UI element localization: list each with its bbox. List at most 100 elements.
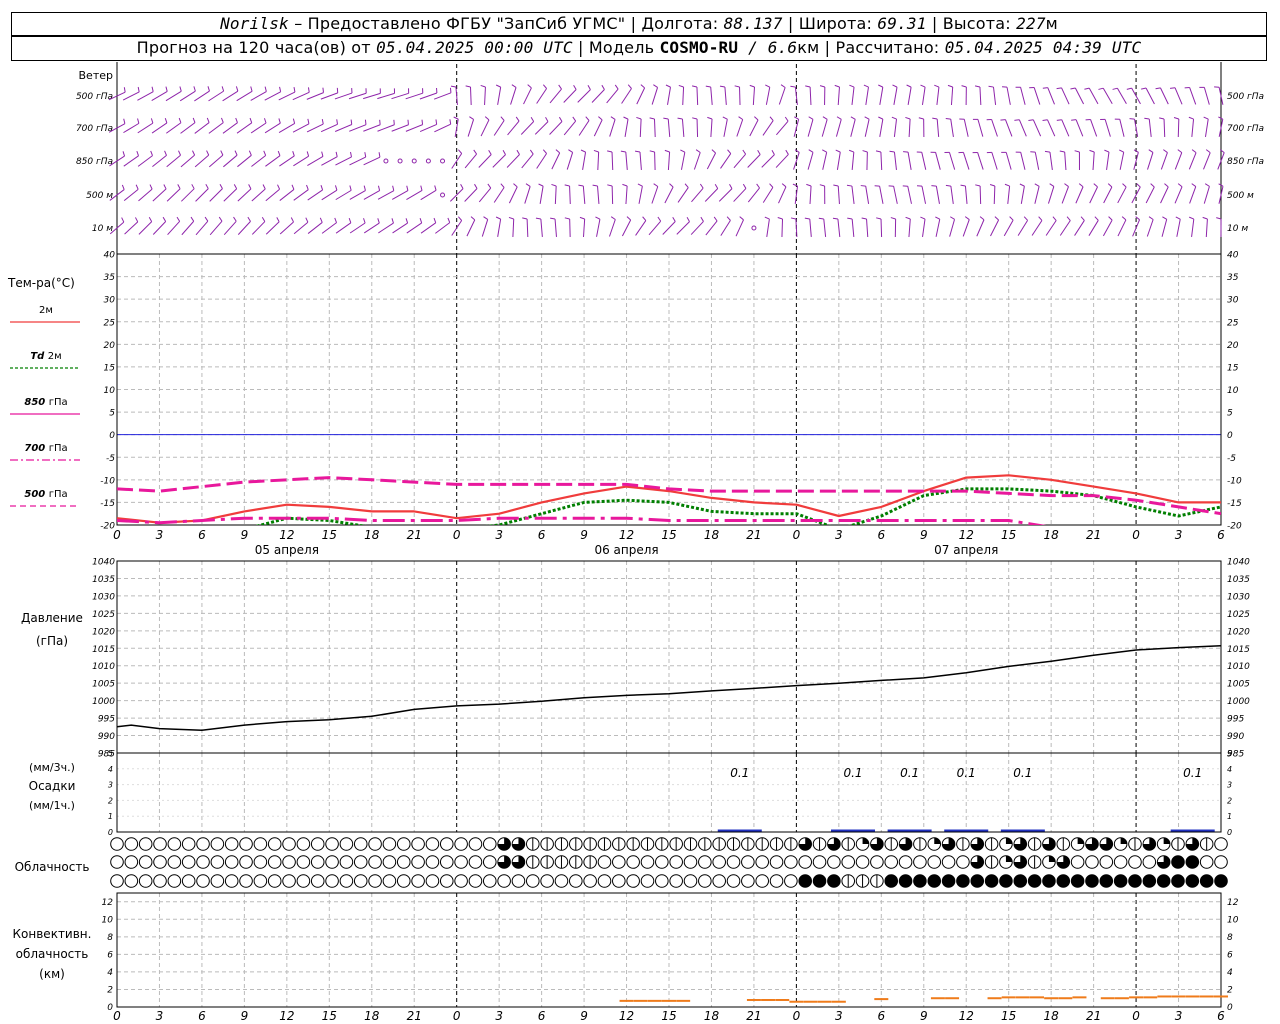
wind-barb-flag <box>890 217 896 220</box>
wind-barb-flag <box>363 218 366 224</box>
wind-barb-flag <box>607 150 613 153</box>
prec-tick-right: 5 <box>1227 749 1232 758</box>
wind-barb <box>837 218 841 238</box>
wind-barb-flag <box>234 150 238 156</box>
cloud-cover-circle <box>941 855 956 869</box>
wind-barb-flag <box>290 217 294 223</box>
cloud-cover-circle <box>1070 874 1085 888</box>
wind-barb <box>264 91 281 101</box>
wind-barb <box>166 122 182 134</box>
wind-barb <box>893 152 897 170</box>
wind-barb <box>209 220 223 236</box>
wind-barb-flag <box>1070 87 1076 90</box>
wind-barb-flag <box>564 184 570 187</box>
prec-bar <box>1000 829 1045 832</box>
wind-barb-flag <box>135 184 139 190</box>
wind-level-label: 700 гПа <box>76 124 113 134</box>
wind-barb-flag <box>1173 117 1179 120</box>
wind-barb <box>569 185 571 205</box>
temp-hour-label: 15 <box>661 528 676 542</box>
wind-barb <box>405 124 423 132</box>
wind-barb-flag <box>1144 117 1150 120</box>
cloud-cover-circle <box>1142 855 1157 869</box>
wind-barb <box>979 185 982 205</box>
wind-barb <box>180 154 195 168</box>
wind-barb-flag <box>665 84 671 88</box>
wind-barb-flag <box>473 149 478 155</box>
wind-barb-flag <box>1191 183 1197 187</box>
cloud-cover-circle <box>1085 855 1099 869</box>
cloud-cover-circle <box>454 874 468 888</box>
wind-barb <box>625 151 628 171</box>
wind-barb <box>775 154 789 168</box>
wind-barb-flag <box>350 151 352 158</box>
wind-barb-flag <box>1042 87 1048 89</box>
bottom-hour-label: 3 <box>835 1009 843 1023</box>
wind-barb-flag <box>221 86 225 92</box>
cloud-cover-circle <box>239 855 253 869</box>
wind-barb <box>879 119 884 137</box>
wind-barb-flag <box>1104 149 1110 153</box>
wind-barb-flag <box>335 151 338 157</box>
wind-barb-flag <box>714 183 719 189</box>
pres-tick-left: 1010 <box>92 662 115 672</box>
wind-barb <box>1034 186 1040 204</box>
wind-barb-flag <box>1042 119 1048 122</box>
wind-barb <box>123 122 140 134</box>
cloud-cover-fill <box>1048 855 1056 862</box>
cloud-cover-circle <box>525 874 540 888</box>
wind-barb <box>223 220 237 236</box>
wind-barb <box>1102 219 1113 237</box>
wind-barb <box>279 221 294 235</box>
wind-barb <box>420 222 437 234</box>
wind-barb <box>762 120 774 136</box>
wind-barb <box>292 123 310 133</box>
wind-barb <box>195 220 209 236</box>
wind-barb-flag <box>950 216 955 220</box>
wind-barb <box>1117 186 1127 204</box>
wind-barb <box>493 187 505 203</box>
cloud-cover-circle <box>612 874 626 888</box>
cloud-cover-circle <box>1056 874 1071 888</box>
wind-barb <box>621 88 632 104</box>
cloud-cover-circle <box>425 874 440 888</box>
wind-barb-flag <box>601 84 605 90</box>
wind-barb-flag <box>1175 216 1181 220</box>
wind-barb <box>1075 119 1084 137</box>
wind-barb <box>335 222 352 234</box>
wind-barb <box>320 92 338 100</box>
cloud-cover-circle <box>124 855 139 869</box>
wind-barb-flag <box>134 217 139 223</box>
wind-barb-flag <box>920 84 926 88</box>
wind-barb <box>597 151 600 171</box>
cloud-cover-circle <box>282 855 296 869</box>
wind-barb <box>208 90 224 102</box>
wind-barb <box>950 186 954 204</box>
cloud-cover-circle <box>898 855 913 869</box>
wind-barb-flag <box>726 216 731 221</box>
wind-barb-flag <box>150 150 153 156</box>
wind-barb-flag <box>293 87 296 93</box>
cloud-cover-circle <box>396 874 411 888</box>
cloud-cover-circle <box>224 855 239 869</box>
wind-barb <box>1204 119 1209 137</box>
temp-hour-label: 0 <box>453 528 461 542</box>
wind-barb <box>392 222 408 234</box>
wind-barb <box>508 186 518 204</box>
wind-barb <box>851 151 855 171</box>
cloud-cover-fill <box>1120 837 1127 844</box>
wind-barb <box>667 87 671 105</box>
temp-hour-label: 6 <box>538 528 546 542</box>
cloud-cover-circle <box>267 855 282 869</box>
wind-barb-flag <box>1094 216 1099 221</box>
cloud-cover-circle <box>353 874 368 888</box>
wind-barb <box>621 219 632 237</box>
temp-legend-label: 700 гПа <box>24 443 67 454</box>
cloud-cover-circle <box>368 837 382 851</box>
wind-barb <box>1088 220 1099 236</box>
cloud-cover-circle <box>1113 874 1128 888</box>
cloud-cover-circle <box>669 874 683 888</box>
cloud-cover-circle <box>683 855 698 869</box>
cloud-cover-circle <box>927 855 942 869</box>
temp-tick-right: 40 <box>1227 251 1239 261</box>
